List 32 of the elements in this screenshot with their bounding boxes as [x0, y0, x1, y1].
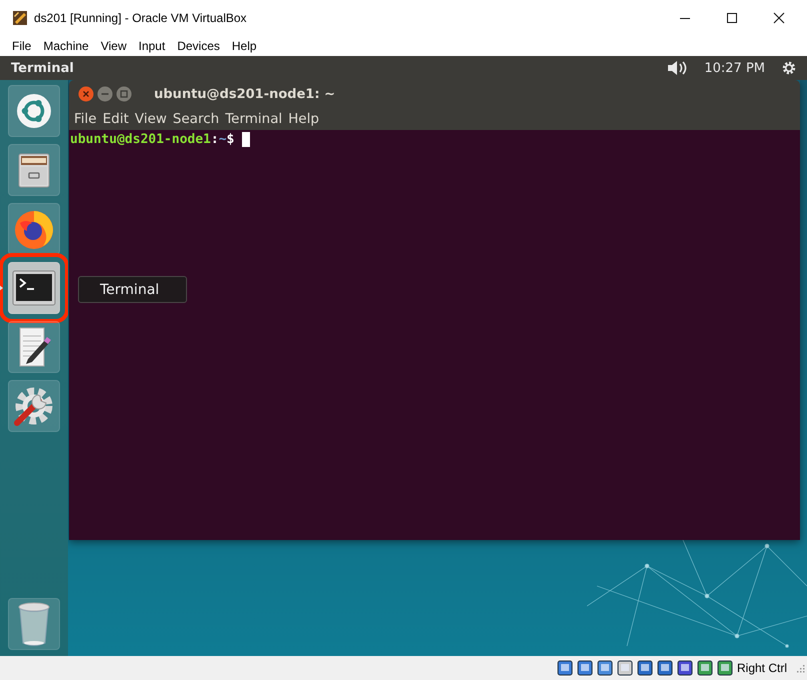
close-icon[interactable] [773, 12, 785, 24]
menu-item[interactable]: Search [170, 111, 222, 127]
launcher-item[interactable] [8, 203, 60, 255]
menu-item[interactable]: Edit [100, 111, 132, 127]
menu-item[interactable]: Machine [37, 37, 95, 55]
terminal-icon [12, 270, 56, 306]
launcher-item[interactable] [8, 321, 60, 373]
tooltip: Terminal [78, 276, 188, 303]
clock-time[interactable]: 10:27 PM [704, 60, 765, 76]
menu-item[interactable]: Devices [171, 37, 226, 55]
trash-can-icon [16, 601, 52, 647]
menu-item[interactable]: Help [226, 37, 263, 55]
text-cursor [242, 132, 250, 147]
trash-launcher-item[interactable] [8, 598, 60, 650]
virtualbox-icon [12, 10, 28, 26]
host-key-label: Right Ctrl [736, 661, 787, 675]
app-name: Terminal [11, 60, 74, 76]
shell-prompt: ubuntu@ds201-node1:~$ [70, 132, 234, 147]
menu-item[interactable]: View [94, 37, 132, 55]
settings-icon[interactable] [781, 60, 797, 76]
resize-grip-icon[interactable] [795, 663, 805, 673]
maximize-icon[interactable] [726, 12, 738, 24]
window-title: ds201 [Running] - Oracle VM VirtualBox [34, 11, 247, 25]
menu-item[interactable]: File [71, 111, 100, 127]
volume-icon[interactable] [666, 60, 688, 76]
ubuntu-logo-icon [14, 91, 54, 131]
menu-item[interactable]: Help [285, 111, 322, 127]
terminal-title: ubuntu@ds201-node1: ~ [154, 86, 336, 102]
menu-item[interactable]: Terminal [222, 111, 286, 127]
menu-item[interactable]: File [6, 37, 38, 55]
menu-item[interactable]: Input [132, 37, 172, 55]
menu-item[interactable]: View [132, 111, 170, 127]
